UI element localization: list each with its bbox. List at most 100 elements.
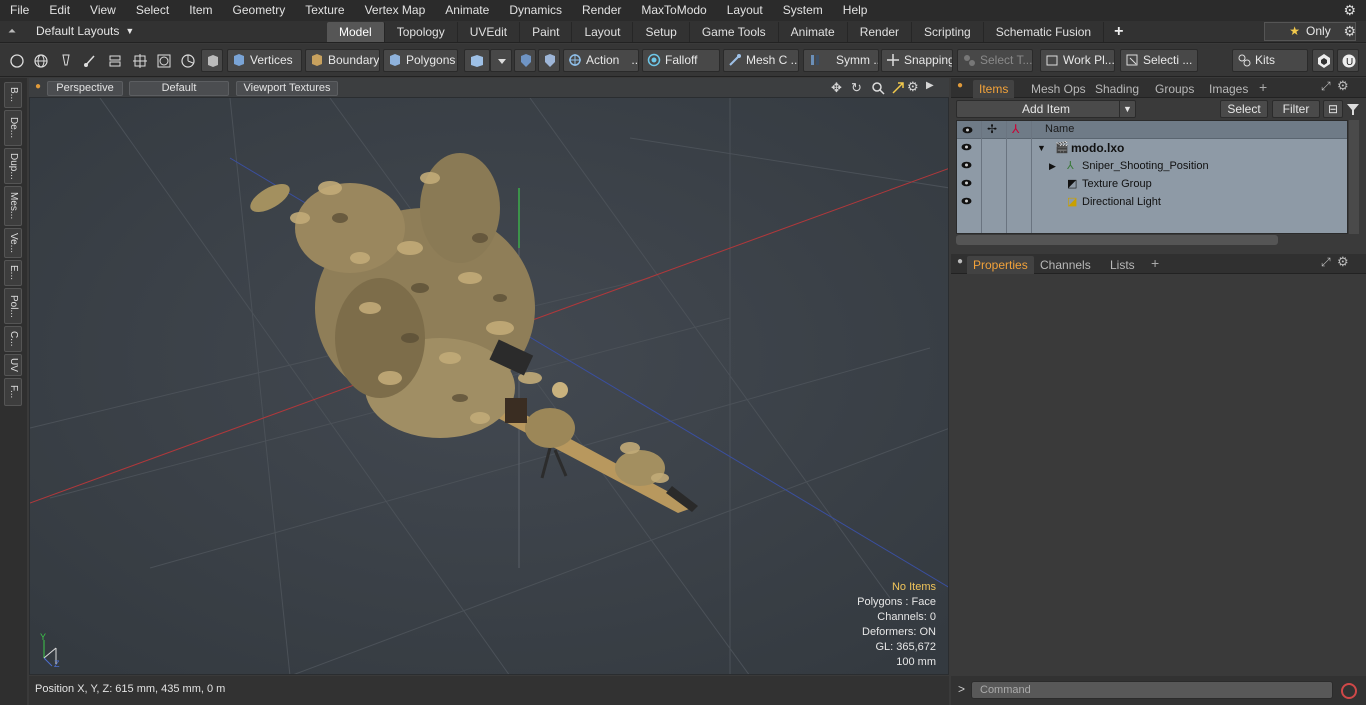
shading-style-button[interactable]: Default: [129, 81, 229, 96]
select-button[interactable]: Select: [1220, 100, 1268, 118]
menu-file[interactable]: File: [0, 0, 39, 21]
add-tab-icon[interactable]: +: [1104, 22, 1133, 42]
filter-button[interactable]: Filter: [1272, 100, 1320, 118]
left-tab-vertex[interactable]: Ve...: [4, 228, 22, 258]
menu-vertex-map[interactable]: Vertex Map: [355, 0, 436, 21]
tab-setup[interactable]: Setup: [633, 22, 690, 42]
menu-select[interactable]: Select: [126, 0, 179, 21]
tab-game-tools[interactable]: Game Tools: [690, 22, 779, 42]
left-tab-deform[interactable]: De...: [4, 110, 22, 146]
eye-icon[interactable]: [961, 143, 972, 151]
expand-arrow-icon[interactable]: ▶: [1049, 157, 1056, 175]
gear-icon[interactable]: ⚙: [1343, 2, 1356, 19]
gear-icon[interactable]: ⚙: [1343, 23, 1356, 40]
list-item[interactable]: ◩ Texture Group: [957, 175, 1347, 193]
tab-images[interactable]: Images: [1203, 80, 1254, 98]
3d-viewport[interactable]: Y Z No Items Polygons : Face Channels: 0…: [29, 97, 949, 675]
left-tab-duplicate[interactable]: Dup...: [4, 148, 22, 184]
align-icon[interactable]: [103, 49, 125, 72]
menu-dynamics[interactable]: Dynamics: [499, 0, 572, 21]
tab-mesh-ops[interactable]: Mesh Ops: [1025, 80, 1092, 98]
eye-icon[interactable]: [961, 197, 972, 205]
rotate-view-icon[interactable]: ↻: [851, 80, 862, 96]
left-tab-uv[interactable]: UV: [4, 354, 22, 376]
menu-item[interactable]: Item: [179, 0, 222, 21]
menu-view[interactable]: View: [80, 0, 126, 21]
tab-items[interactable]: Items: [973, 80, 1015, 98]
eye-icon[interactable]: [961, 179, 972, 187]
tab-groups[interactable]: Groups: [1149, 80, 1200, 98]
tab-uvedit[interactable]: UVEdit: [458, 22, 521, 42]
record-icon[interactable]: [1340, 682, 1358, 700]
globe-icon[interactable]: [29, 49, 51, 72]
chevron-down-icon[interactable]: [490, 49, 512, 72]
tab-shading[interactable]: Shading: [1089, 80, 1145, 98]
grid-icon[interactable]: [128, 49, 150, 72]
menu-system[interactable]: System: [773, 0, 833, 21]
zoom-icon[interactable]: [871, 81, 885, 95]
menu-maxtomodo[interactable]: MaxToModo: [631, 0, 716, 21]
command-input[interactable]: Command: [971, 681, 1333, 699]
eye-icon[interactable]: [961, 161, 972, 169]
layouts-dropdown[interactable]: ⏶ Default Layouts ▼: [8, 24, 134, 38]
menu-render[interactable]: Render: [572, 0, 631, 21]
tab-layout[interactable]: Layout: [572, 22, 634, 42]
menu-geometry[interactable]: Geometry: [223, 0, 296, 21]
only-toggle[interactable]: ★ Only: [1264, 22, 1356, 41]
shield-icon[interactable]: [538, 49, 560, 72]
item-mode-icon[interactable]: [201, 49, 223, 72]
mesh-constraints-button[interactable]: Mesh C ...: [723, 49, 799, 72]
select-circle-icon[interactable]: [5, 49, 27, 72]
view-type-button[interactable]: Perspective: [47, 81, 123, 96]
menu-texture[interactable]: Texture: [295, 0, 354, 21]
left-tab-curve[interactable]: C...: [4, 326, 22, 352]
select-through-button[interactable]: Select T...: [957, 49, 1033, 72]
add-tab-icon[interactable]: +: [1151, 255, 1159, 271]
menu-layout[interactable]: Layout: [717, 0, 773, 21]
left-tab-mesh-edit[interactable]: Mes...: [4, 186, 22, 226]
unreal-icon[interactable]: U: [1337, 49, 1359, 72]
left-tab-basic[interactable]: B...: [4, 82, 22, 108]
left-tab-edge[interactable]: E...: [4, 260, 22, 286]
action-button[interactable]: Action...: [563, 49, 639, 72]
menu-help[interactable]: Help: [833, 0, 878, 21]
expand-panel-icon[interactable]: ⤢: [1321, 255, 1331, 270]
snapping-button[interactable]: Snapping: [881, 49, 953, 72]
symmetry-shield-icon[interactable]: [514, 49, 536, 72]
tab-model[interactable]: Model: [327, 22, 385, 42]
viewport-gear-icon[interactable]: ⚙: [907, 79, 919, 95]
tab-properties[interactable]: Properties: [967, 256, 1034, 274]
horizontal-scrollbar[interactable]: [956, 235, 1278, 245]
viewport-menu-arrow-icon[interactable]: ▶: [926, 80, 934, 91]
menu-edit[interactable]: Edit: [39, 0, 80, 21]
tab-animate[interactable]: Animate: [779, 22, 848, 42]
pie-icon[interactable]: [176, 49, 198, 72]
selection-sets-button[interactable]: Selecti ...: [1120, 49, 1198, 72]
tab-lists[interactable]: Lists: [1104, 256, 1141, 274]
expand-panel-icon[interactable]: ⤢: [1321, 79, 1331, 94]
polygons-button[interactable]: Polygons: [383, 49, 458, 72]
unity-icon[interactable]: [1312, 49, 1334, 72]
vertices-button[interactable]: Vertices: [227, 49, 302, 72]
tab-schematic-fusion[interactable]: Schematic Fusion: [984, 22, 1105, 42]
work-plane-button[interactable]: Work Pl...: [1040, 49, 1115, 72]
funnel-icon[interactable]: [1346, 102, 1360, 116]
material-icon[interactable]: [464, 49, 490, 72]
viewport-textures-button[interactable]: Viewport Textures: [236, 81, 338, 96]
menu-animate[interactable]: Animate: [435, 0, 499, 21]
expand-arrow-icon[interactable]: ▼: [1037, 139, 1046, 157]
collapse-icon[interactable]: ⊟: [1323, 100, 1343, 118]
boundary-button[interactable]: Boundary: [305, 49, 380, 72]
left-tab-fusion[interactable]: F...: [4, 378, 22, 406]
panel-gear-icon[interactable]: ⚙: [1337, 254, 1349, 270]
pen-icon[interactable]: [54, 49, 76, 72]
symmetry-button[interactable]: Symm ...: [803, 49, 879, 72]
add-item-button[interactable]: Add Item ▼: [956, 100, 1136, 118]
vertical-scrollbar[interactable]: [1349, 120, 1359, 234]
list-item[interactable]: ◪ Directional Light: [957, 193, 1347, 211]
list-item[interactable]: ▶ ⅄ Sniper_Shooting_Position: [957, 157, 1347, 175]
add-tab-icon[interactable]: +: [1259, 79, 1267, 95]
tab-paint[interactable]: Paint: [520, 22, 573, 42]
falloff-button[interactable]: Falloff: [642, 49, 720, 72]
circle-square-icon[interactable]: [152, 49, 174, 72]
